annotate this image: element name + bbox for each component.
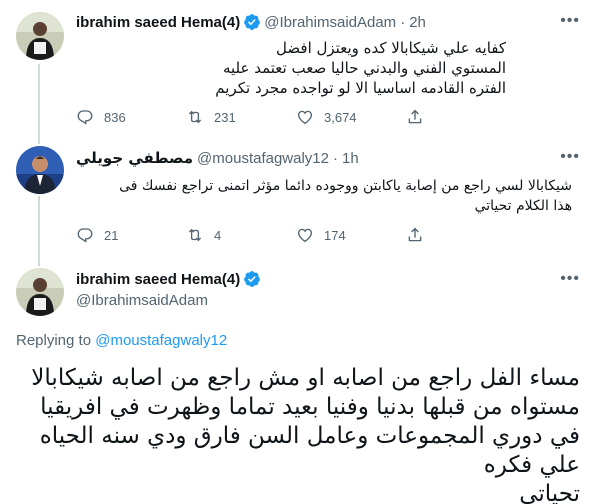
user-handle[interactable]: @moustafagwaly12 <box>197 150 329 167</box>
tweet-text: مساء الفل راجع من اصابه او مش راجع من اص… <box>16 364 580 504</box>
tweet-text-line: كفايه علي شيكابالا كده ويعتزل افضل <box>276 39 506 57</box>
reply-icon <box>77 228 93 243</box>
like-count: 174 <box>324 227 346 243</box>
tweet-text: كفايه علي شيكابالا كده ويعتزل افضل المست… <box>76 38 506 98</box>
share-button[interactable] <box>406 106 516 128</box>
display-name[interactable]: ibrahim saeed Hema(4) <box>76 271 240 288</box>
share-button[interactable] <box>406 224 516 246</box>
replying-to-link[interactable]: @moustafagwaly12 <box>95 332 227 349</box>
thread-line <box>38 64 40 140</box>
retweet-button[interactable]: 4 <box>186 224 296 246</box>
tweet-header: مصطفي جويلي @moustafagwaly12 · 1h ••• <box>76 148 580 168</box>
retweet-icon <box>188 110 202 124</box>
reply-icon <box>77 110 93 125</box>
verified-badge-icon <box>244 271 261 287</box>
like-button[interactable]: 3,674 <box>296 106 406 128</box>
like-button[interactable]: 174 <box>296 224 406 246</box>
tweet-3-focused: ibrahim saeed Hema(4) @IbrahimsaidAdam •… <box>0 262 596 504</box>
tweet-header: ibrahim saeed Hema(4) @IbrahimsaidAdam ·… <box>76 12 580 32</box>
reply-count: 21 <box>104 227 119 243</box>
tweet-1[interactable]: ibrahim saeed Hema(4) @IbrahimsaidAdam ·… <box>0 0 596 140</box>
like-icon <box>297 110 313 125</box>
tweet-text-line: في دوري المجموعات وعامل السن فارق ودي سن… <box>39 423 580 449</box>
verified-badge-icon <box>244 14 261 30</box>
tweet-header-right: ••• <box>550 270 580 290</box>
reply-button[interactable]: 21 <box>76 224 186 246</box>
tweet-text-line: الفتره القادمه اساسيا الا لو تواجده مجرد… <box>215 79 506 97</box>
share-icon <box>408 109 422 124</box>
replying-to: Replying to @moustafagwaly12 <box>16 332 227 349</box>
thread-line <box>38 140 40 144</box>
retweet-button[interactable]: 231 <box>186 106 296 128</box>
more-icon[interactable]: ••• <box>560 12 580 30</box>
tweet-text-line: مستواه من قبلها بدنيا وفنيا بعيد تماما و… <box>40 394 580 420</box>
separator-dot: · <box>400 13 406 31</box>
user-handle[interactable]: @IbrahimsaidAdam <box>76 292 208 309</box>
tweet-text-line: مساء الفل راجع من اصابه او مش راجع من اص… <box>31 365 580 391</box>
avatar[interactable] <box>16 12 64 60</box>
tweet-2[interactable]: مصطفي جويلي @moustafagwaly12 · 1h ••• شي… <box>0 140 596 262</box>
avatar[interactable] <box>16 146 64 194</box>
tweet-text-line: علي فكره <box>483 452 580 478</box>
user-handle[interactable]: @IbrahimsaidAdam <box>264 14 396 31</box>
timestamp[interactable]: 2h <box>409 14 426 31</box>
share-icon <box>408 227 422 242</box>
replying-prefix: Replying to <box>16 332 92 349</box>
like-count: 3,674 <box>324 109 357 125</box>
tweet-text: شيكابالا لسي راجع من إصابة ياكابتن ووجود… <box>76 176 572 216</box>
thread-line <box>38 196 40 262</box>
separator-dot: · <box>333 149 338 167</box>
tweet-text-line: المستوي الفني والبدني حاليا صعب تعتمد عل… <box>222 59 506 77</box>
tweet-text-line: هذا الكلام تحياتي <box>474 198 572 214</box>
action-bar: 21 4 174 <box>76 224 516 246</box>
action-bar: 836 231 3,674 <box>76 106 516 128</box>
display-name[interactable]: مصطفي جويلي <box>76 149 193 167</box>
reply-count: 836 <box>104 109 126 125</box>
retweet-icon <box>188 228 202 242</box>
reply-button[interactable]: 836 <box>76 106 186 128</box>
retweet-count: 4 <box>214 227 222 243</box>
thread-line <box>38 262 40 266</box>
tweet-text-line: شيكابالا لسي راجع من إصابة ياكابتن ووجود… <box>119 178 572 194</box>
display-name[interactable]: ibrahim saeed Hema(4) <box>76 14 240 31</box>
display-name-row: ibrahim saeed Hema(4) <box>76 270 264 288</box>
tweet-text-line: تحياتي <box>519 481 580 504</box>
more-icon[interactable]: ••• <box>560 270 580 288</box>
more-icon[interactable]: ••• <box>560 148 580 166</box>
avatar[interactable] <box>16 268 64 316</box>
timestamp[interactable]: 1h <box>342 150 359 167</box>
like-icon <box>297 228 313 243</box>
retweet-count: 231 <box>214 109 236 125</box>
